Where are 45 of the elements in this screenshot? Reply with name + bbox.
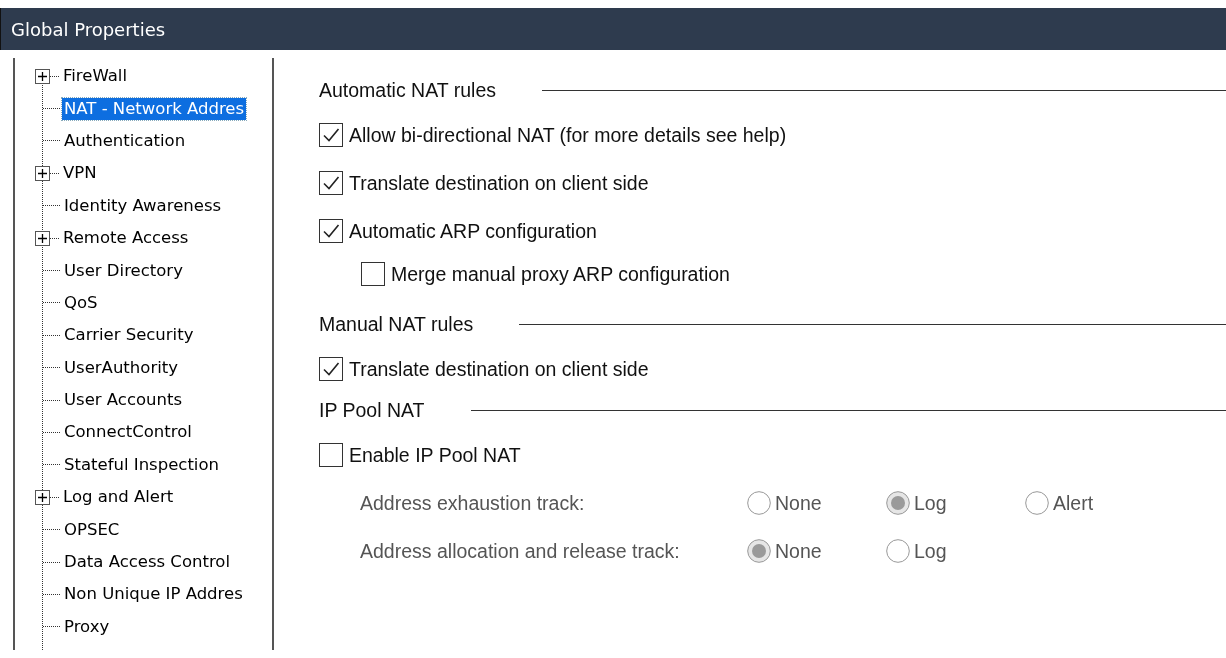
checkbox[interactable] <box>319 219 343 243</box>
tree-item[interactable]: NAT - Network Addres <box>62 97 247 120</box>
tree-item[interactable]: Remote Access <box>61 227 191 250</box>
expand-icon[interactable] <box>35 230 50 246</box>
expand-icon[interactable] <box>35 68 50 84</box>
checkbox-label: Allow bi-directional NAT (for more details see help) <box>349 123 787 147</box>
tree-item[interactable]: QoS <box>62 291 100 314</box>
tree-item[interactable]: Proxy <box>62 615 112 638</box>
radio-group-label: Address allocation and release track: <box>360 539 681 563</box>
checkbox[interactable] <box>319 171 343 195</box>
tree-item[interactable]: ConnectControl <box>62 421 194 444</box>
checkbox[interactable] <box>319 123 343 147</box>
tree-item[interactable]: Stateful Inspection <box>62 453 221 476</box>
section-title: IP Pool NAT <box>319 398 425 422</box>
checkbox[interactable] <box>319 443 343 467</box>
checkbox-label: Automatic ARP configuration <box>349 219 597 243</box>
tree-item[interactable]: User Accounts <box>62 389 185 412</box>
section-title: Automatic NAT rules <box>319 78 496 102</box>
tree-item[interactable]: FireWall <box>61 65 129 88</box>
section-title: Manual NAT rules <box>319 312 474 336</box>
checkbox-label: Translate destination on client side <box>349 171 649 195</box>
tree-item[interactable]: Carrier Security <box>62 324 196 347</box>
checkbox-label: Translate destination on client side <box>349 357 649 381</box>
checkbox-label: Enable IP Pool NAT <box>349 443 521 467</box>
checkbox[interactable] <box>361 262 385 286</box>
tree-item[interactable]: Log and Alert <box>61 486 176 509</box>
expand-icon[interactable] <box>35 165 50 181</box>
tree-item[interactable]: Data Access Control <box>62 551 232 574</box>
radio-label: Log <box>914 491 947 515</box>
checkbox[interactable] <box>319 357 343 381</box>
tree-item[interactable]: Non Unique IP Addres <box>62 583 245 606</box>
radio-label: None <box>775 539 822 563</box>
radio-label: Alert <box>1053 491 1094 515</box>
radio-label: Log <box>914 539 947 563</box>
tree-item[interactable]: UserAuthority <box>62 356 180 379</box>
radio-label: None <box>775 491 822 515</box>
tree-item[interactable]: Authentication <box>62 129 188 152</box>
checkbox-label: Merge manual proxy ARP configuration <box>391 262 730 286</box>
tree-item[interactable]: VPN <box>61 162 99 185</box>
tree-item[interactable]: OPSEC <box>62 518 122 541</box>
tree-item[interactable]: User Directory <box>62 259 185 282</box>
tree-item[interactable]: Identity Awareness <box>62 194 224 217</box>
radio-group-label: Address exhaustion track: <box>360 491 586 515</box>
expand-icon[interactable] <box>35 489 50 505</box>
window-title: Global Properties <box>11 18 166 40</box>
